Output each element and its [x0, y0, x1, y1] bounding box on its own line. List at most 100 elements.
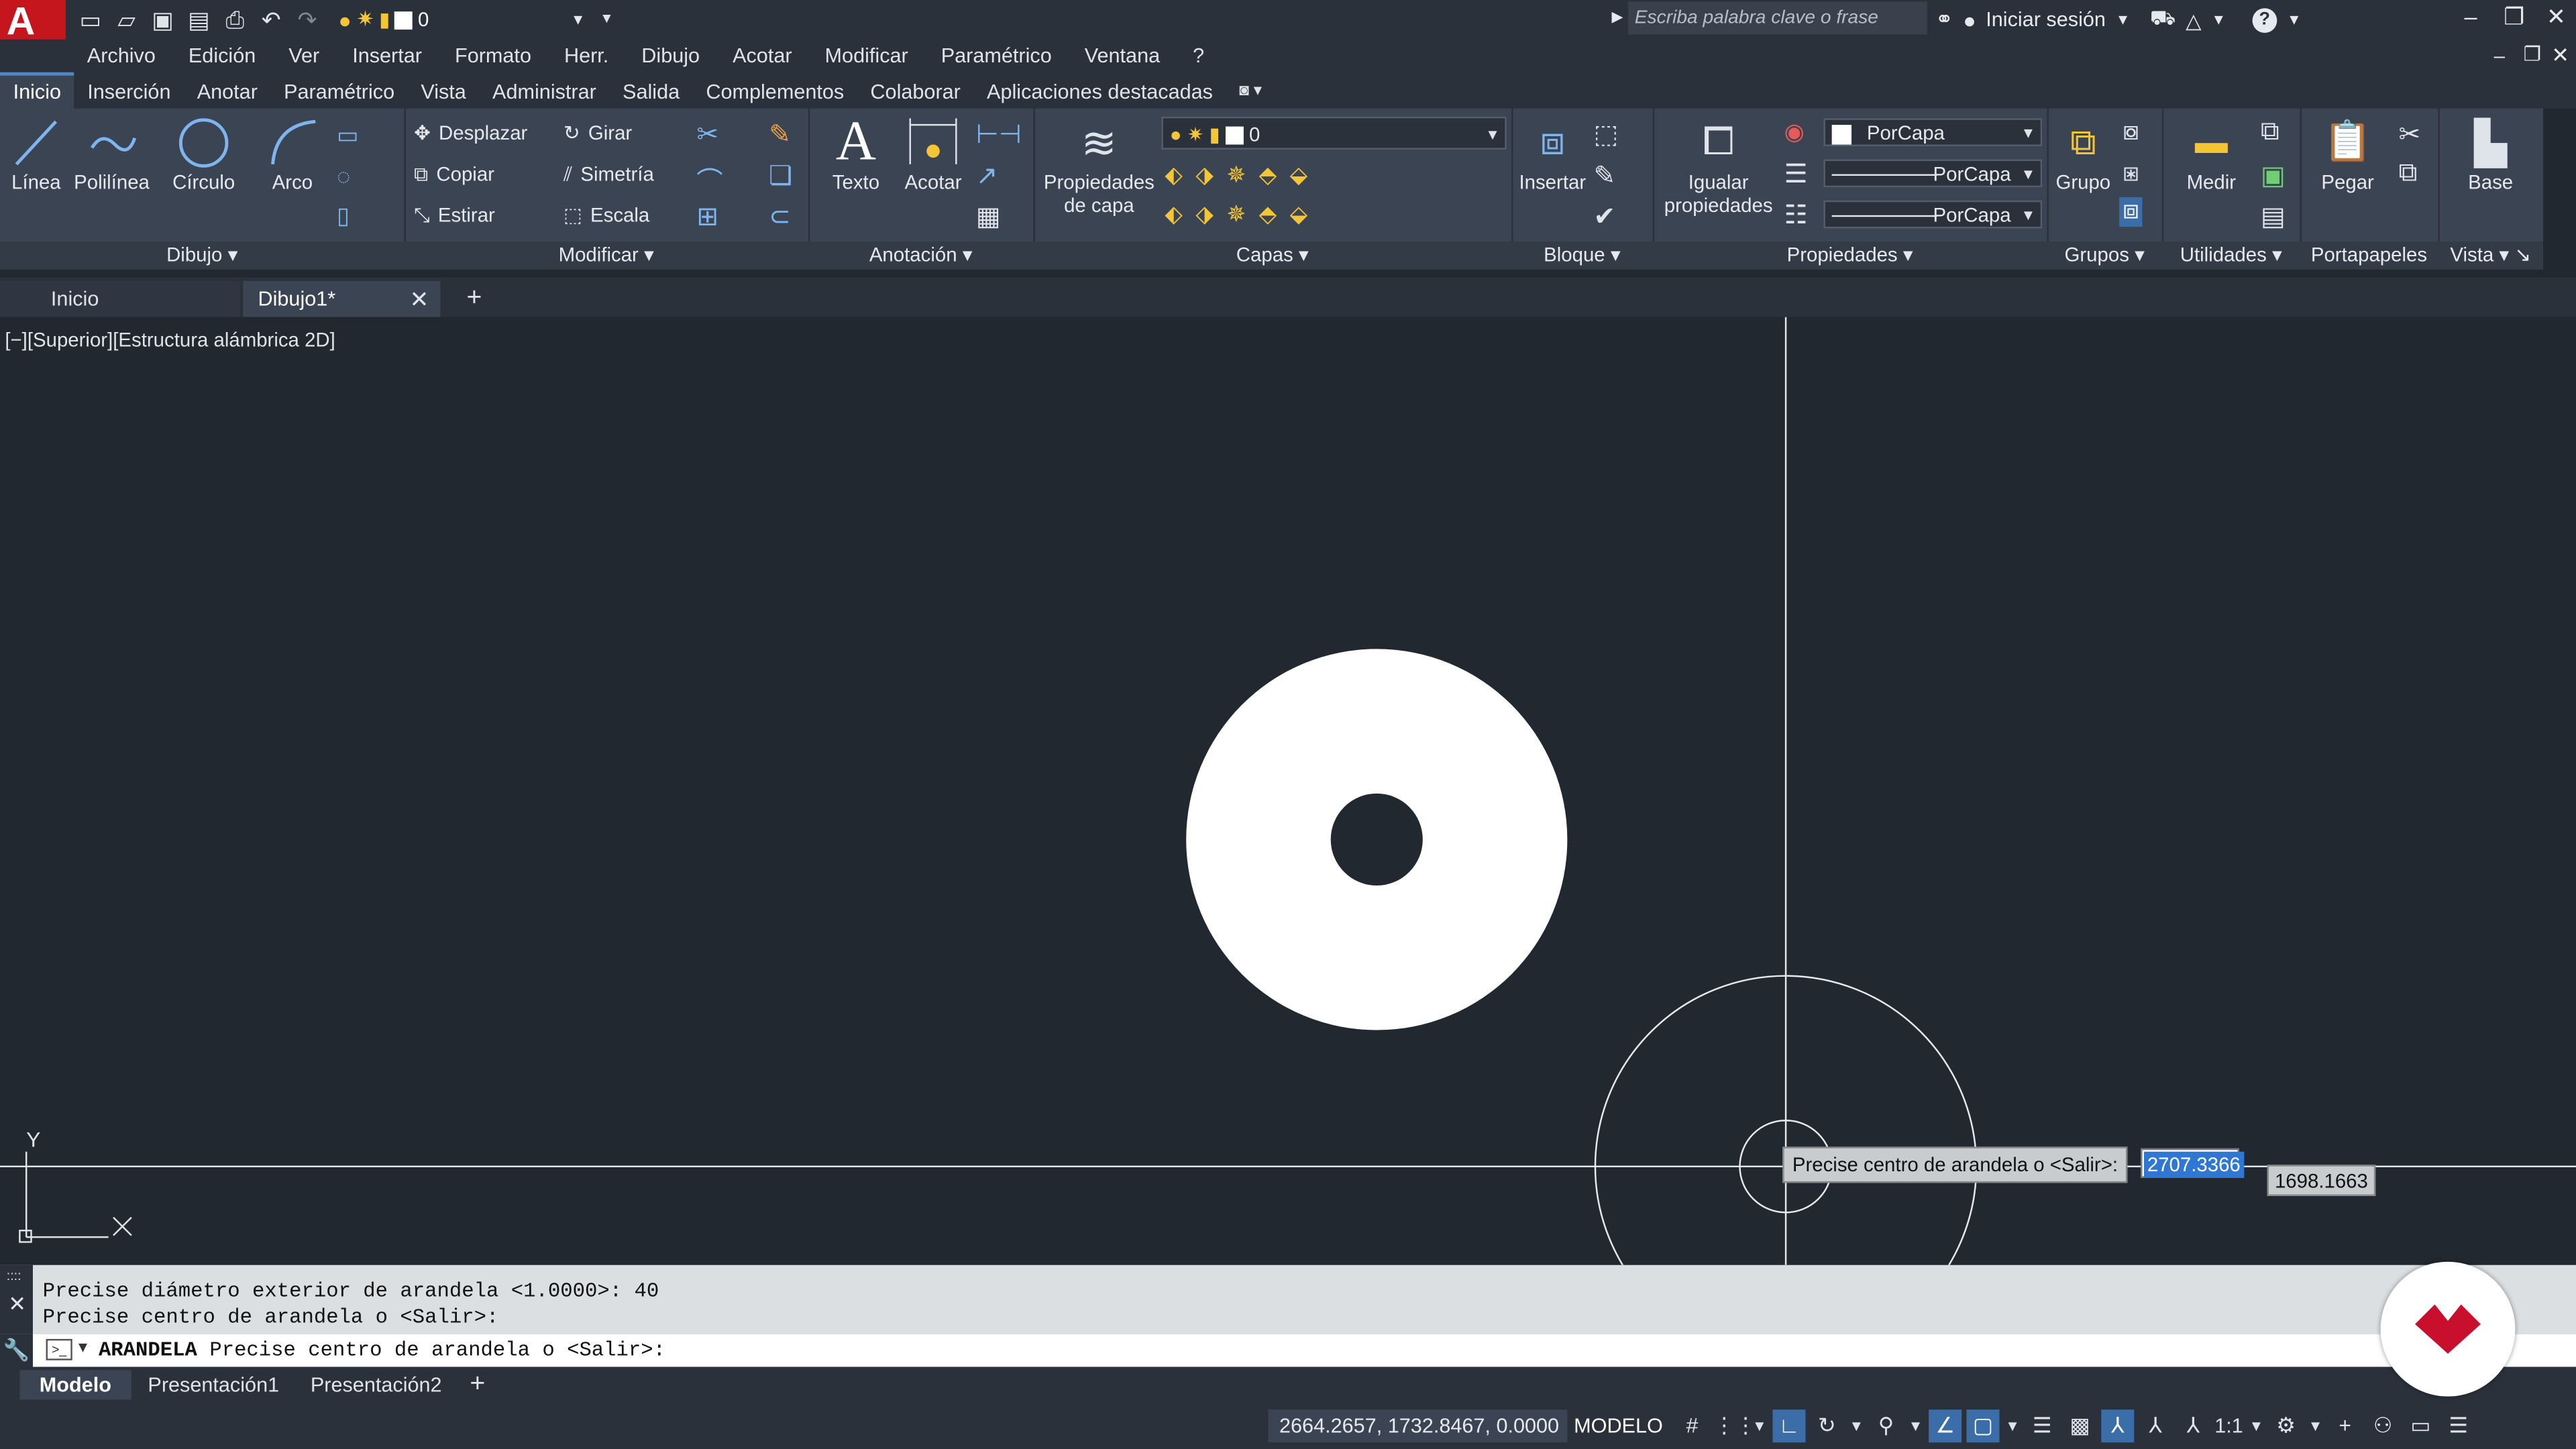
leader-icon[interactable]: ↗	[976, 160, 998, 193]
trim-icon[interactable]: ✂	[696, 118, 718, 151]
chevron-down-icon[interactable]: ▼	[2116, 11, 2131, 28]
calculator-icon[interactable]: ▤	[2261, 201, 2286, 233]
insertar-button[interactable]: ⧈ Insertar	[1515, 115, 1591, 194]
ribbon-minimize-icon[interactable]: ◙ ▾	[1226, 76, 1275, 109]
open-folder-icon[interactable]: ▱	[112, 5, 142, 34]
panel-capas-title[interactable]: Capas ▾	[1033, 241, 1512, 270]
doc-tab-dibujo1[interactable]: Dibujo1* ✕	[243, 280, 441, 317]
layer-lock-icon[interactable]: ⬘	[1259, 161, 1277, 189]
layer-thaw-icon[interactable]: ✵	[1226, 201, 1246, 229]
chevron-down-icon[interactable]: ▼	[2211, 11, 2226, 28]
clean-screen-icon[interactable]: ▭	[2404, 1409, 2437, 1442]
object-snap-icon[interactable]: ▢	[1966, 1409, 2000, 1443]
linea-button[interactable]: Línea	[3, 115, 69, 194]
texto-button[interactable]: A Texto	[824, 114, 887, 194]
chevron-down-icon[interactable]: ▼	[1752, 1409, 1768, 1442]
layer-walk-icon[interactable]: ⬙	[1290, 201, 1307, 229]
erase-icon[interactable]: ✎	[769, 118, 791, 151]
doc-close-icon[interactable]: ✕	[2551, 43, 2569, 69]
ungroup-icon[interactable]: ⧇	[2123, 118, 2139, 148]
tab-insercion[interactable]: Inserción	[74, 76, 184, 109]
igualar-propiedades-button[interactable]: ⧠ Igualar propiedades	[1656, 115, 1781, 217]
panel-bloque-title[interactable]: Bloque ▾	[1511, 241, 1653, 270]
pegar-button[interactable]: 📋 Pegar	[2310, 115, 2385, 194]
tab-anotar[interactable]: Anotar	[184, 76, 270, 109]
customize-icon[interactable]: 🔧	[0, 1334, 33, 1367]
menu-insertar[interactable]: Insertar	[352, 44, 422, 67]
menu-modificar[interactable]: Modificar	[825, 44, 908, 67]
edit-block-icon[interactable]: ✎	[1594, 160, 1616, 193]
object-snap-tracking-icon[interactable]: ∠	[1929, 1409, 1962, 1443]
menu-ventana[interactable]: Ventana	[1085, 44, 1160, 67]
command-handle[interactable]: :::: ✕	[0, 1265, 33, 1334]
menu-parametrico[interactable]: Paramétrico	[941, 44, 1052, 67]
isodraft-icon[interactable]: ⚲	[1870, 1409, 1902, 1442]
cart-icon[interactable]: ⛟	[2150, 7, 2176, 33]
doc-tab-inicio[interactable]: Inicio	[0, 280, 240, 317]
layer-quick-select[interactable]: ● ✷ ▮ 0 ▼	[338, 7, 585, 33]
tab-salida[interactable]: Salida	[609, 76, 692, 109]
explode-icon[interactable]: ❏	[769, 160, 792, 193]
grupo-button[interactable]: ⧉ Grupo	[2050, 115, 2116, 194]
customization-menu-icon[interactable]: ☰	[2442, 1409, 2475, 1442]
layout-tab-modelo[interactable]: Modelo	[19, 1370, 131, 1400]
medir-button[interactable]: ▬ Medir	[2169, 115, 2254, 194]
auto-scale-icon[interactable]: ⅄	[2139, 1409, 2172, 1442]
command-prompt-icon[interactable]: >_	[46, 1338, 72, 1360]
polar-icon[interactable]: ↻	[1811, 1409, 1843, 1442]
escala-button[interactable]: ⬚ Escala	[564, 199, 649, 231]
linetype-dropdown[interactable]: PorCapa ▼	[1823, 159, 2043, 188]
girar-button[interactable]: ↻ Girar	[564, 117, 632, 150]
quick-select-icon[interactable]: ⧉	[2261, 118, 2279, 148]
doc-minimize-icon[interactable]: –	[2494, 44, 2505, 67]
layer-make-current-icon[interactable]: ⬙	[1290, 161, 1307, 189]
layer-freeze-icon[interactable]: ✵	[1226, 161, 1246, 189]
grid-icon[interactable]: #	[1676, 1409, 1709, 1442]
drawing-canvas[interactable]: [−][Superior][Estructura alámbrica 2D] Y…	[0, 317, 2576, 1265]
menu-dibujo[interactable]: Dibujo	[641, 44, 700, 67]
cut-icon[interactable]: ✂	[2399, 118, 2421, 151]
layer-off-icon[interactable]: ⬖	[1165, 161, 1182, 189]
grip-icon[interactable]: ::::	[7, 1269, 21, 1283]
group-select-icon[interactable]: ⧈	[2119, 197, 2143, 227]
chevron-down-icon[interactable]: ▼	[2248, 1409, 2264, 1442]
menu-edicion[interactable]: Edición	[189, 44, 256, 67]
dynamic-input-y[interactable]: 1698.1663	[2267, 1165, 2376, 1196]
copy-clip-icon[interactable]: ⧉	[2399, 160, 2418, 189]
color-dropdown[interactable]: PorCapa ▼	[1823, 118, 2043, 146]
command-input[interactable]: ARANDELA Precise centro de arandela o <S…	[99, 1334, 665, 1367]
coordinate-readout[interactable]: 2664.2657, 1732.8467, 0.0000	[1268, 1409, 1568, 1443]
fillet-icon[interactable]: ⌒	[696, 160, 722, 199]
panel-anotacion-title[interactable]: Anotación ▾	[808, 241, 1034, 270]
menu-archivo[interactable]: Archivo	[87, 44, 156, 67]
menu-ayuda[interactable]: ?	[1193, 44, 1204, 67]
polilinea-button[interactable]: Polilínea	[72, 115, 152, 194]
save-as-icon[interactable]: ▤	[184, 5, 213, 34]
expand-search-icon[interactable]: ▶	[1611, 8, 1623, 26]
tab-aplicaciones[interactable]: Aplicaciones destacadas	[973, 76, 1226, 109]
add-layout-icon[interactable]: +	[470, 1370, 485, 1399]
table-icon[interactable]: ▦	[976, 201, 1001, 233]
connect-icon[interactable]: △	[2186, 7, 2202, 32]
redo-icon[interactable]: ↷	[292, 5, 322, 34]
boundary-icon[interactable]: ▯	[337, 202, 350, 230]
command-line[interactable]: 🔧 >_ ▼ ARANDELA Precise centro de arande…	[0, 1334, 2576, 1367]
select-all-icon[interactable]: ▣	[2261, 160, 2286, 193]
ortho-icon[interactable]: ∟	[1772, 1409, 1806, 1443]
panel-utilidades-title[interactable]: Utilidades ▾	[2161, 241, 2300, 270]
array-icon[interactable]: ⊞	[696, 201, 718, 233]
chevron-down-icon[interactable]: ▼	[1907, 1409, 1923, 1442]
panel-modificar-title[interactable]: Modificar ▾	[404, 241, 808, 270]
arco-button[interactable]: Arco	[256, 115, 329, 194]
workspace-gear-icon[interactable]: ⚙	[2269, 1409, 2302, 1442]
menu-formato[interactable]: Formato	[455, 44, 531, 67]
menu-herr[interactable]: Herr.	[564, 44, 608, 67]
hatch-icon[interactable]: ◌	[337, 162, 350, 189]
layer-dropdown[interactable]: ● ✷ ▮ 0 ▼	[1161, 116, 1507, 150]
save-icon[interactable]: ▣	[148, 5, 177, 34]
layer-unlock-icon[interactable]: ⬘	[1259, 201, 1277, 229]
layer-match-icon[interactable]: ⬖	[1165, 201, 1182, 229]
restore-window-icon[interactable]: ❐	[2504, 3, 2524, 32]
propiedades-capa-button[interactable]: ≋ Propiedades de capa	[1040, 115, 1158, 217]
close-command-icon[interactable]: ✕	[8, 1291, 26, 1318]
